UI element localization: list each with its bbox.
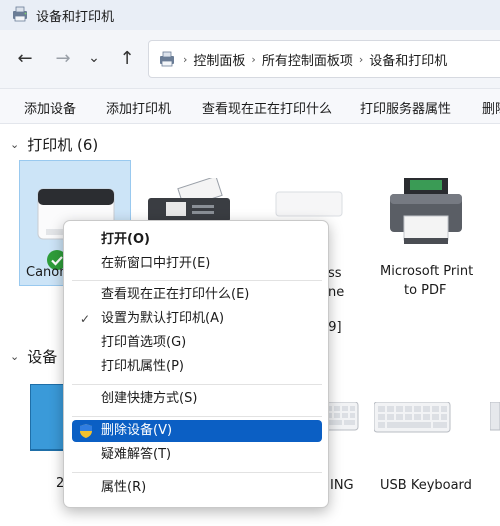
menu-item-set-default[interactable]: ✓ 设置为默认打印机(A) bbox=[72, 308, 322, 330]
menu-item-create-shortcut[interactable]: 创建快捷方式(S) bbox=[72, 388, 322, 410]
menu-item-label: 查看现在正在打印什么(E) bbox=[101, 287, 250, 302]
chevron-down-icon: ⌄ bbox=[10, 350, 20, 363]
fax-icon bbox=[148, 178, 230, 222]
menu-item-open-new-window[interactable]: 在新窗口中打开(E) bbox=[72, 253, 322, 275]
forward-arrow-icon: → bbox=[55, 47, 71, 69]
context-menu: 打开(O) 在新窗口中打开(E) 查看现在正在打印什么(E) ✓ 设置为默认打印… bbox=[63, 220, 329, 508]
add-printer-button[interactable]: 添加打印机 bbox=[106, 98, 171, 117]
printer-fax[interactable] bbox=[142, 178, 238, 224]
printer-icon bbox=[390, 178, 462, 244]
recent-locations-button[interactable]: ⌄ bbox=[84, 44, 104, 72]
menu-item-label: 创建快捷方式(S) bbox=[101, 391, 198, 406]
window-title: 设备和打印机 bbox=[36, 10, 115, 25]
keyboard-icon bbox=[374, 402, 451, 433]
menu-item-label: 打印首选项(G) bbox=[101, 335, 187, 350]
title-bar: 设备和打印机 bbox=[0, 0, 500, 30]
printer-label: Microsoft Print bbox=[380, 264, 474, 279]
menu-separator bbox=[72, 280, 322, 281]
devices-group-header[interactable]: ⌄ 设备 bbox=[10, 346, 57, 367]
navigation-bar: ← → ⌄ ↑ › 控制面板 › 所有控制面板项 › 设备和打印机 bbox=[0, 30, 500, 88]
device-icon bbox=[490, 402, 500, 431]
printer-microsoft-pdf[interactable]: Microsoft Print to PDF bbox=[376, 172, 476, 302]
menu-item-properties[interactable]: 属性(R) bbox=[72, 477, 322, 499]
address-bar[interactable]: › 控制面板 › 所有控制面板项 › 设备和打印机 bbox=[148, 40, 500, 78]
device-label: USB Keyboard bbox=[380, 478, 472, 493]
printer-label: ne bbox=[328, 285, 345, 300]
print-server-properties-button[interactable]: 打印服务器属性 bbox=[360, 98, 451, 117]
menu-item-print-preferences[interactable]: 打印首选项(G) bbox=[72, 332, 322, 354]
menu-item-label: 在新窗口中打开(E) bbox=[101, 256, 211, 271]
printer-icon bbox=[275, 191, 343, 217]
up-arrow-icon: ↑ bbox=[119, 47, 135, 69]
device-label: ING bbox=[330, 478, 354, 493]
devices-printers-icon bbox=[13, 6, 27, 22]
menu-item-label: 打印机属性(P) bbox=[101, 359, 184, 374]
devices-group-title: 设备 bbox=[27, 348, 58, 366]
breadcrumb-control-panel[interactable]: 控制面板 bbox=[193, 50, 245, 69]
device-usb-keyboard[interactable]: USB Keyboard bbox=[374, 400, 478, 500]
command-bar: 添加设备 添加打印机 查看现在正在打印什么 打印服务器属性 删除 bbox=[0, 88, 500, 124]
menu-item-troubleshoot[interactable]: 疑难解答(T) bbox=[72, 444, 322, 466]
menu-separator bbox=[72, 384, 322, 385]
menu-item-printer-properties[interactable]: 打印机属性(P) bbox=[72, 356, 322, 378]
menu-item-remove-device[interactable]: 删除设备(V) bbox=[72, 420, 322, 442]
uac-shield-icon bbox=[80, 424, 92, 438]
remove-device-button[interactable]: 删除 bbox=[482, 98, 500, 117]
menu-item-label: 删除设备(V) bbox=[101, 423, 173, 438]
breadcrumb-separator-icon: › bbox=[358, 52, 364, 66]
up-button[interactable]: ↑ bbox=[114, 44, 140, 72]
printers-group-title: 打印机 (6) bbox=[27, 136, 99, 154]
menu-item-label: 设置为默认打印机(A) bbox=[101, 311, 225, 326]
printers-group-header[interactable]: ⌄ 打印机 (6) bbox=[10, 134, 98, 155]
menu-item-open[interactable]: 打开(O) bbox=[72, 229, 322, 251]
forward-button[interactable]: → bbox=[50, 44, 76, 72]
printer-label: Canon bbox=[26, 265, 68, 280]
breadcrumb-separator-icon: › bbox=[251, 52, 256, 66]
menu-item-label: 属性(R) bbox=[101, 480, 147, 495]
checkmark-icon: ✓ bbox=[80, 312, 91, 326]
chevron-down-icon: ⌄ bbox=[10, 138, 20, 151]
menu-separator bbox=[72, 416, 322, 417]
menu-item-label: 疑难解答(T) bbox=[101, 447, 172, 462]
breadcrumb-all-items[interactable]: 所有控制面板项 bbox=[262, 50, 353, 69]
breadcrumb-separator-icon: › bbox=[183, 52, 188, 66]
device-partial[interactable] bbox=[490, 400, 500, 510]
control-panel-icon bbox=[160, 51, 174, 67]
menu-item-see-printing[interactable]: 查看现在正在打印什么(E) bbox=[72, 284, 322, 306]
back-button[interactable]: ← bbox=[12, 44, 38, 72]
menu-separator bbox=[72, 472, 322, 473]
add-device-button[interactable]: 添加设备 bbox=[24, 98, 76, 117]
menu-item-label: 打开(O) bbox=[101, 232, 150, 247]
see-whats-printing-button[interactable]: 查看现在正在打印什么 bbox=[202, 98, 332, 117]
back-arrow-icon: ← bbox=[17, 47, 33, 69]
chevron-down-icon: ⌄ bbox=[88, 50, 100, 66]
printer-label: to PDF bbox=[404, 283, 447, 298]
breadcrumb-devices-printers[interactable]: 设备和打印机 bbox=[369, 50, 447, 69]
